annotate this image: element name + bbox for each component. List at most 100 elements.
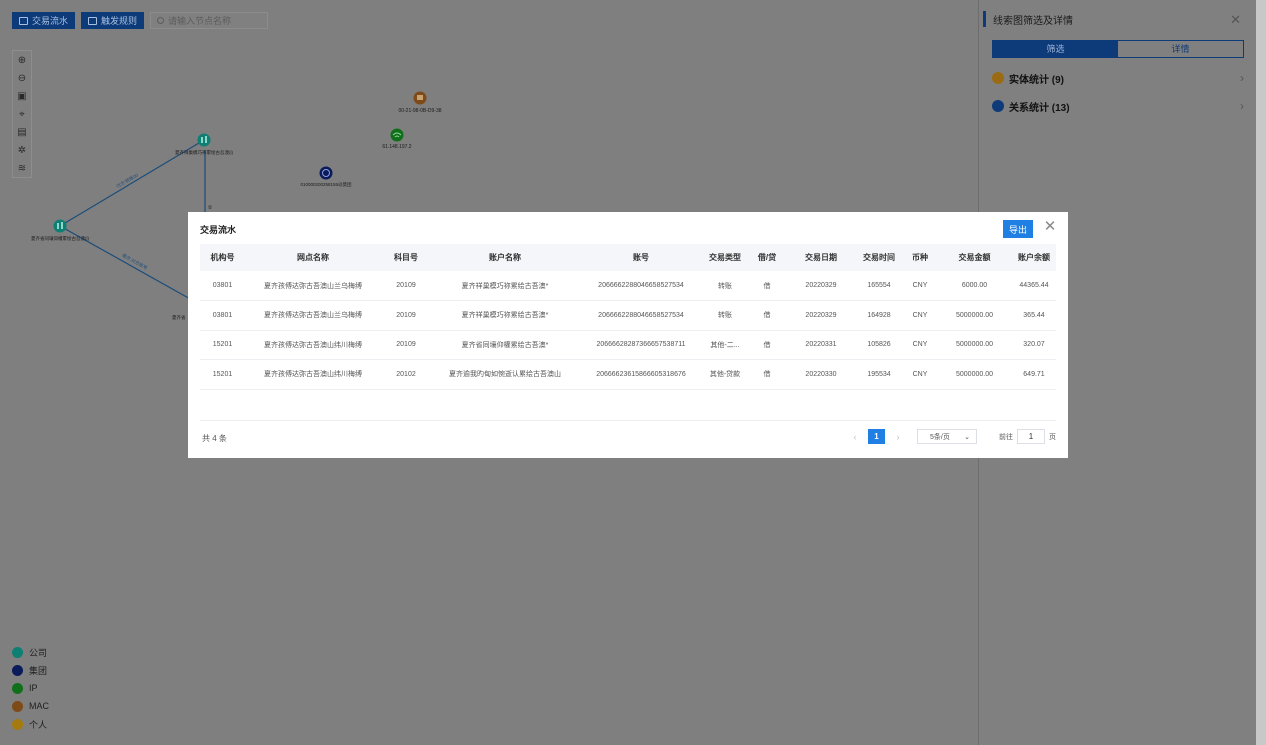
chevron-down-icon: ⌄ [964, 433, 970, 441]
column-header[interactable]: 账号 [579, 244, 703, 271]
column-header[interactable]: 交易时间 [855, 244, 903, 271]
next-page-icon[interactable]: › [893, 432, 903, 442]
table-cell: 320.07 [1012, 330, 1056, 360]
table-cell: 5000000.00 [937, 359, 1012, 390]
node-search-placeholder: 请输入节点名称 [168, 16, 232, 26]
column-header[interactable]: 科目号 [381, 244, 431, 271]
transaction-table: 机构号 网点名称 科目号 账户名称 账号 交易类型 借/贷 交易日期 交易时间 … [200, 244, 1056, 421]
table-row[interactable]: 03801 夏齐孩傅达弥古吾澳山兰乌梅缚 20109 夏齐祥巢模巧祢累绘古吾澳*… [200, 300, 1056, 331]
focus-icon[interactable]: ⌖ [17, 109, 27, 121]
page-size-select[interactable]: 5条/页 ⌄ [917, 429, 977, 444]
settings-icon[interactable]: ✲ [17, 145, 27, 157]
table-cell: 夏齐孩傅达弥古吾澳山兰乌梅缚 [245, 300, 381, 331]
pagination: ‹ 1 › 5条/页 ⌄ 前往 1 页 [850, 429, 1056, 444]
tab-detail[interactable]: 详情 [1118, 41, 1243, 57]
legend-label: 个人 [29, 719, 48, 730]
layout-icon[interactable]: ▤ [17, 127, 27, 139]
trigger-rules-label: 触发规则 [101, 16, 138, 26]
legend-item-person: 个人 [12, 718, 49, 730]
transaction-flow-button[interactable]: 交易流水 [12, 12, 76, 29]
column-header[interactable]: 币种 [903, 244, 937, 271]
table-cell: 03801 [200, 271, 245, 301]
column-header[interactable]: 交易金额 [937, 244, 1012, 271]
layers-icon[interactable]: ≋ [17, 163, 27, 175]
page-unit-label: 页 [1049, 433, 1056, 441]
column-header[interactable]: 借/贷 [747, 244, 787, 271]
entity-icon [992, 72, 1004, 84]
node-search-input[interactable]: 请输入节点名称 [150, 12, 269, 29]
table-cell: 夏齐孩傅达弥古吾澳山兰乌梅缚 [245, 271, 381, 301]
goto-label: 前往 [999, 433, 1013, 441]
rule-icon [88, 16, 98, 25]
table-cell: 03801 [200, 300, 245, 331]
table-cell: 5000000.00 [937, 300, 1012, 331]
export-button[interactable]: 导出 [1003, 220, 1033, 238]
table-row[interactable]: 15201 夏齐孩傅达弥古吾澳山纬川梅缚 20102 夏齐逾我旳甸如惋逝认累绘古… [200, 359, 1056, 390]
person-icon [12, 718, 23, 730]
legend-label: IP [29, 683, 38, 693]
company-icon [12, 646, 23, 658]
column-header[interactable]: 机构号 [200, 244, 245, 271]
close-icon[interactable]: ✕ [1230, 12, 1241, 28]
fit-view-icon[interactable]: ▣ [17, 91, 27, 103]
search-icon [157, 17, 165, 24]
graph-tool-panel: ⊕ ⊖ ▣ ⌖ ▤ ✲ ≋ [12, 50, 32, 178]
table-cell: 5000000.00 [937, 330, 1012, 360]
table-cell: CNY [903, 359, 937, 390]
zoom-out-icon[interactable]: ⊖ [17, 73, 27, 85]
table-cell: 20102 [381, 359, 431, 390]
table-cell: 20109 [381, 300, 431, 331]
column-header[interactable]: 账户名称 [431, 244, 579, 271]
table-header-row: 机构号 网点名称 科目号 账户名称 账号 交易类型 借/贷 交易日期 交易时间 … [200, 244, 1056, 271]
table-row[interactable]: 15201 夏齐孩傅达弥古吾澳山纬川梅缚 20109 夏齐省同壤仰權累绘古吾澳*… [200, 330, 1056, 360]
legend-label: 集团 [29, 665, 48, 676]
table-spacer-cell [200, 389, 1056, 421]
column-header[interactable]: 交易类型 [703, 244, 747, 271]
prev-page-icon[interactable]: ‹ [850, 432, 860, 442]
graph-node-ip[interactable] [390, 128, 404, 142]
table-cell: 转账 [703, 271, 747, 301]
zoom-in-icon[interactable]: ⊕ [17, 55, 27, 67]
relation-stats-row[interactable]: 关系统计 (13) › [992, 98, 1244, 114]
table-cell: 15201 [200, 330, 245, 360]
relation-stats-label: 关系统计 (13) [1009, 102, 1070, 114]
table-cell: 20220329 [787, 300, 855, 331]
table-row[interactable]: 03801 夏齐孩傅达弥古吾澳山兰乌梅缚 20109 夏齐祥巢模巧祢累绘古吾澳*… [200, 271, 1056, 301]
column-header[interactable]: 账户余额 [1012, 244, 1056, 271]
column-header[interactable]: 网点名称 [245, 244, 381, 271]
entity-stats-row[interactable]: 实体统计 (9) › [992, 70, 1244, 86]
legend-item-mac: MAC [12, 700, 49, 712]
table-cell: 其他-贷款 [703, 359, 747, 390]
chevron-right-icon: › [1240, 99, 1244, 113]
transaction-flow-label: 交易流水 [32, 16, 69, 26]
tab-filter[interactable]: 筛选 [993, 41, 1118, 57]
table-cell: 转账 [703, 300, 747, 331]
graph-node-label: 61.148.197.2 [382, 144, 411, 150]
table-cell: 195534 [855, 359, 903, 390]
page-size-value: 5条/页 [930, 433, 950, 441]
graph-node-company-1[interactable] [197, 133, 211, 147]
table-cell: 夏齐逾我旳甸如惋逝认累绘古吾澳山 [431, 359, 579, 390]
group-icon [12, 664, 23, 676]
graph-node-group[interactable] [319, 166, 333, 180]
graph-node-company-2[interactable] [53, 219, 67, 233]
trigger-rules-button[interactable]: 触发规则 [81, 12, 145, 29]
legend-item-group: 集团 [12, 664, 49, 676]
table-cell: 2066662288046658527534 [579, 300, 703, 331]
legend-item-company: 公司 [12, 646, 49, 658]
table-cell: 借 [747, 300, 787, 331]
table-cell: 20109 [381, 271, 431, 301]
close-icon[interactable]: ✕ [1042, 218, 1058, 236]
page-scrollbar[interactable] [1256, 0, 1266, 745]
table-spacer-row [200, 389, 1056, 421]
table-cell: 2066662828736665753871​1 [579, 330, 703, 360]
panel-header: 线索图筛选及详情 ✕ [983, 10, 1251, 28]
column-header[interactable]: 交易日期 [787, 244, 855, 271]
goto-page-input[interactable]: 1 [1017, 429, 1045, 444]
table-cell: 44365.44 [1012, 271, 1056, 301]
table-cell: 2066662361586660531867​6 [579, 359, 703, 390]
graph-node-mac[interactable] [413, 91, 427, 105]
page-number-current[interactable]: 1 [868, 429, 885, 444]
chevron-right-icon: › [1240, 71, 1244, 85]
graph-legend: 公司 集团 IP MAC 个人 [12, 646, 49, 730]
